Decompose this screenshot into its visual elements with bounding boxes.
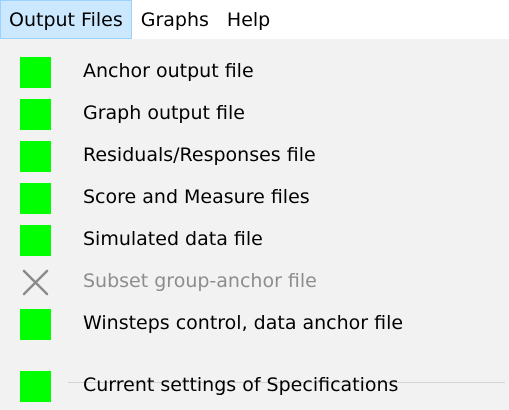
menu-help[interactable]: Help (218, 0, 279, 39)
menu-bar: Output Files Graphs Help (0, 0, 509, 39)
menu-item-label: Anchor output file (83, 60, 254, 82)
menu-item-label: Current settings of Specifications (83, 374, 399, 396)
green-square-icon (20, 57, 51, 88)
menu-item-label: Winsteps control, data anchor file (83, 312, 404, 334)
green-square-icon (20, 99, 51, 130)
gray-x-icon (20, 267, 51, 298)
menu-item-simulated-data-file[interactable]: Simulated data file (0, 218, 509, 260)
output-files-dropdown: Anchor output file Graph output file Res… (0, 39, 509, 410)
menu-item-label: Simulated data file (83, 228, 263, 250)
menu-output-files[interactable]: Output Files (0, 0, 132, 39)
green-square-icon (20, 371, 51, 402)
menu-item-label: Subset group-anchor file (83, 270, 317, 292)
menu-item-residuals-responses-file[interactable]: Residuals/Responses file (0, 134, 509, 176)
menu-item-label: Graph output file (83, 102, 245, 124)
menu-item-anchor-output-file[interactable]: Anchor output file (0, 50, 509, 92)
menu-graphs[interactable]: Graphs (132, 0, 218, 39)
menu-item-label: Residuals/Responses file (83, 144, 316, 166)
menu-item-current-settings-of-specifications[interactable]: Current settings of Specifications (0, 364, 509, 406)
menu-item-subset-group-anchor-file: Subset group-anchor file (0, 260, 509, 302)
green-square-icon (20, 183, 51, 214)
green-square-icon (20, 309, 51, 340)
green-square-icon (20, 225, 51, 256)
menu-item-winsteps-control-data-anchor-file[interactable]: Winsteps control, data anchor file (0, 302, 509, 344)
menu-item-score-and-measure-files[interactable]: Score and Measure files (0, 176, 509, 218)
menu-item-graph-output-file[interactable]: Graph output file (0, 92, 509, 134)
green-square-icon (20, 141, 51, 172)
menu-item-label: Score and Measure files (83, 186, 310, 208)
